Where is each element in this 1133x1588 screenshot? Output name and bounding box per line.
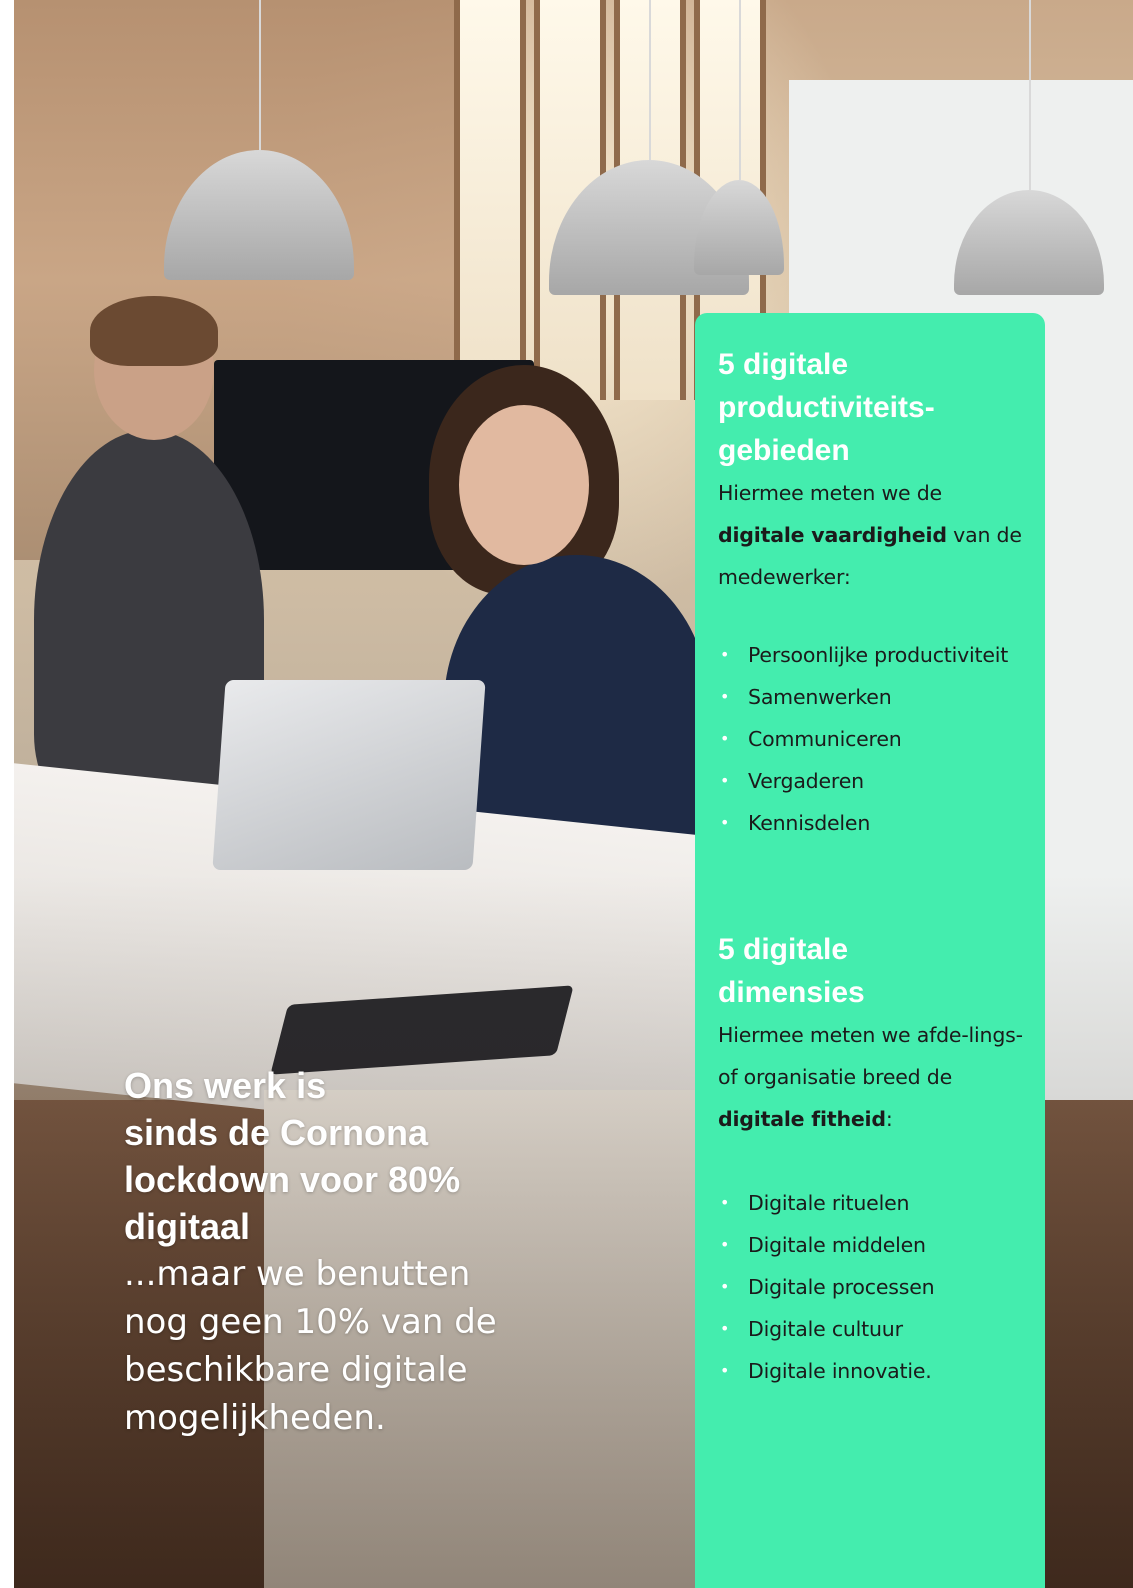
list-item: • Kennisdelen: [718, 802, 1023, 844]
bullet-icon: •: [720, 1235, 730, 1254]
heading-line: dimensies: [718, 976, 865, 1009]
section1-heading: 5 digitale productiviteits- gebieden: [718, 343, 1023, 472]
headline-light-line: mogelijkheden.: [124, 1398, 386, 1438]
list-item-label: Digitale cultuur: [748, 1317, 903, 1341]
list-item-label: Samenwerken: [748, 685, 892, 709]
list-item-label: Communiceren: [748, 727, 902, 751]
list-item: • Communiceren: [718, 718, 1023, 760]
list-item-label: Digitale middelen: [748, 1233, 926, 1257]
bullet-icon: •: [720, 687, 730, 706]
list-item: • Digitale cultuur: [718, 1308, 1023, 1350]
list-item-label: Digitale rituelen: [748, 1191, 910, 1215]
intro-bold-text: digitale fitheid: [718, 1107, 886, 1131]
headline-light-line: ...maar we benutten: [124, 1254, 471, 1294]
list-item: • Digitale processen: [718, 1266, 1023, 1308]
intro-text: Hiermee meten we de: [718, 481, 942, 505]
heading-line: gebieden: [718, 434, 850, 467]
heading-line: 5 digitale: [718, 348, 849, 381]
heading-line: productiviteits-: [718, 391, 935, 424]
list-item: • Vergaderen: [718, 760, 1023, 802]
heading-line: 5 digitale: [718, 933, 849, 966]
bullet-icon: •: [720, 1361, 730, 1380]
bullet-icon: •: [720, 729, 730, 748]
info-panel: 5 digitale productiviteits- gebieden Hie…: [695, 313, 1045, 1588]
section1-list: • Persoonlijke productiviteit • Samenwerke…: [718, 634, 1023, 844]
list-item: • Digitale middelen: [718, 1224, 1023, 1266]
headline-block: Ons werk is sinds de Cornona lockdown vo…: [124, 1062, 544, 1442]
section2-heading: 5 digitale dimensies: [718, 928, 1023, 1014]
headline-light-line: beschikbare digitale: [124, 1350, 468, 1390]
list-item: • Digitale innovatie.: [718, 1350, 1023, 1392]
list-item-label: Kennisdelen: [748, 811, 871, 835]
headline-bold-line: Ons werk is: [124, 1065, 327, 1106]
intro-bold-text: digitale vaardigheid: [718, 523, 947, 547]
list-item-label: Vergaderen: [748, 769, 864, 793]
section2-list: • Digitale rituelen • Digitale middelen • D…: [718, 1182, 1023, 1392]
headline-bold-line: sinds de Cornona: [124, 1112, 429, 1153]
bullet-icon: •: [720, 771, 730, 790]
list-item: • Persoonlijke productiviteit: [718, 634, 1023, 676]
headline-bold-line: lockdown voor 80%: [124, 1159, 461, 1200]
list-item-label: Digitale innovatie.: [748, 1359, 932, 1383]
list-item-label: Digitale processen: [748, 1275, 935, 1299]
headline-light-line: nog geen 10% van de: [124, 1302, 497, 1342]
bullet-icon: •: [720, 1319, 730, 1338]
intro-text: Hiermee meten we afde-lings- of organisa…: [718, 1023, 1023, 1089]
list-item: • Samenwerken: [718, 676, 1023, 718]
bullet-icon: •: [720, 645, 730, 664]
list-item-label: Persoonlijke productiviteit: [748, 643, 1009, 667]
section2-intro: Hiermee meten we afde-lings- of organisa…: [718, 1014, 1023, 1140]
bullet-icon: •: [720, 1193, 730, 1212]
bullet-icon: •: [720, 813, 730, 832]
list-item: • Digitale rituelen: [718, 1182, 1023, 1224]
bullet-icon: •: [720, 1277, 730, 1296]
intro-text: :: [885, 1107, 893, 1131]
section1-intro: Hiermee meten we de digitale vaardigheid…: [718, 472, 1023, 598]
headline-bold-line: digitaal: [124, 1206, 251, 1247]
